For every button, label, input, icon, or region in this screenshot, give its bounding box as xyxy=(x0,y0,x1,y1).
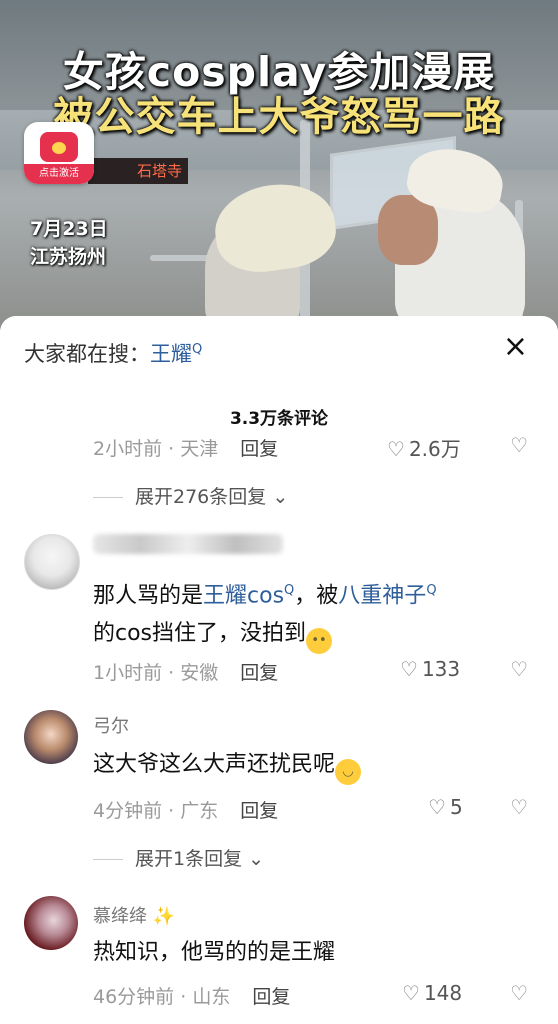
comment-meta: 2小时前 · 天津 回复 xyxy=(93,438,279,460)
heart-icon: ♡ xyxy=(402,981,420,1005)
comment-region: 天津 xyxy=(180,438,219,460)
video-date: 7月23日 xyxy=(30,218,108,240)
avatar[interactable] xyxy=(24,896,78,950)
divider-line xyxy=(93,859,123,860)
like-button[interactable]: ♡ 2.6万 xyxy=(387,433,461,462)
like-count: 133 xyxy=(421,657,461,681)
reply-button[interactable]: 回复 xyxy=(240,800,278,822)
keyword-link[interactable]: 王耀cos xyxy=(203,583,284,608)
comment-region: 广东 xyxy=(180,800,219,822)
dislike-icon[interactable]: ♡ xyxy=(510,433,528,457)
video-location: 江苏扬州 xyxy=(30,246,107,268)
expand-replies-label: 展开1条回复 xyxy=(135,848,243,870)
video-player[interactable]: 石塔寺 女孩cosplay参加漫展 被公交车上大爷怒骂一路 点击激活 7月23日… xyxy=(0,0,558,330)
comment-text-part: 热知识，他骂的的是王耀 xyxy=(93,940,336,965)
comment-time: 1小时前 xyxy=(93,662,163,684)
search-icon: Q xyxy=(284,583,295,598)
comment-username[interactable]: 慕绛绛 ✨ xyxy=(93,902,175,928)
trending-search[interactable]: 大家都在搜：王耀Q xyxy=(24,338,202,368)
dislike-icon[interactable]: ♡ xyxy=(510,657,528,681)
like-count: 5 xyxy=(449,795,463,819)
comment-username[interactable]: 弓尔 xyxy=(93,712,129,738)
chevron-down-icon: ⌄ xyxy=(248,848,265,870)
heart-icon: ♡ xyxy=(400,657,418,681)
comment-time: 4分钟前 xyxy=(93,800,163,822)
like-button[interactable]: ♡ 133 xyxy=(400,657,460,681)
activate-badge-label: 点击激活 xyxy=(24,164,94,184)
divider-line xyxy=(93,497,123,498)
heart-icon: ♡ xyxy=(428,795,446,819)
bus-route-sign: 石塔寺 xyxy=(88,158,188,184)
dislike-icon[interactable]: ♡ xyxy=(510,795,528,819)
heart-icon: ♡ xyxy=(387,437,405,461)
emoji-icon: ◡ xyxy=(335,759,362,785)
reply-button[interactable]: 回复 xyxy=(252,986,290,1008)
avatar[interactable] xyxy=(24,710,78,764)
expand-replies[interactable]: 展开276条回复 ⌄ xyxy=(93,482,288,509)
chevron-down-icon: ⌄ xyxy=(272,486,289,508)
comment-text-part: ，被 xyxy=(294,583,339,609)
comment-username-text: 慕绛绛 xyxy=(93,906,147,927)
activate-badge[interactable]: 点击激活 xyxy=(24,122,94,184)
comment-meta: 46分钟前 · 山东 回复 xyxy=(93,986,291,1008)
dislike-icon[interactable]: ♡ xyxy=(510,981,528,1005)
avatar[interactable] xyxy=(24,534,80,590)
red-packet-icon xyxy=(40,132,78,162)
close-icon[interactable]: × xyxy=(503,332,528,362)
comment-meta: 4分钟前 · 广东 回复 xyxy=(93,800,279,822)
like-button[interactable]: ♡ 148 xyxy=(402,981,462,1005)
comment-text: 热知识，他骂的的是王耀 xyxy=(93,934,533,972)
reply-button[interactable]: 回复 xyxy=(240,662,278,684)
comment-sheet: 大家都在搜：王耀Q × 3.3万条评论 2小时前 · 天津 回复 ♡ 2.6万 ♡ … xyxy=(0,316,558,1024)
reply-button[interactable]: 回复 xyxy=(240,438,278,460)
comment-meta: 1小时前 · 安徽 回复 xyxy=(93,662,279,684)
trending-search-prefix: 大家都在搜： xyxy=(24,342,150,366)
comment-text-part: 那人骂的是 xyxy=(93,583,204,609)
trending-search-keyword[interactable]: 王耀 xyxy=(150,342,192,366)
comment-count: 3.3万条评论 xyxy=(229,409,329,429)
comment-region: 山东 xyxy=(192,986,231,1008)
comment-region: 安徽 xyxy=(180,662,219,684)
girl-hat xyxy=(209,177,341,278)
like-button[interactable]: ♡ 5 xyxy=(428,795,463,819)
expand-replies[interactable]: 展开1条回复 ⌄ xyxy=(93,844,264,871)
comment-text: 那人骂的是王耀cosQ，被八重神子Q 的cos挡住了，没拍到 •• xyxy=(93,572,533,655)
comment-text-part: 这大爷这么大声还扰民呢 xyxy=(93,752,336,777)
sparkle-icon: ✨ xyxy=(152,906,176,927)
username-blurred xyxy=(93,534,283,554)
video-date-location: 7月23日 江苏扬州 xyxy=(30,215,108,271)
search-icon: Q xyxy=(192,342,203,357)
comment-text-part: 的cos挡住了，没拍到 xyxy=(93,621,307,647)
expand-replies-label: 展开276条回复 xyxy=(135,486,267,508)
comment-text: 这大爷这么大声还扰民呢 ◡ xyxy=(93,746,533,785)
comment-time: 46分钟前 xyxy=(93,986,175,1008)
search-icon: Q xyxy=(426,583,437,598)
comment-time: 2小时前 xyxy=(93,438,163,460)
keyword-link[interactable]: 八重神子 xyxy=(338,583,426,608)
emoji-icon: •• xyxy=(306,628,333,655)
like-count: 148 xyxy=(423,981,463,1005)
like-count: 2.6万 xyxy=(408,437,461,461)
